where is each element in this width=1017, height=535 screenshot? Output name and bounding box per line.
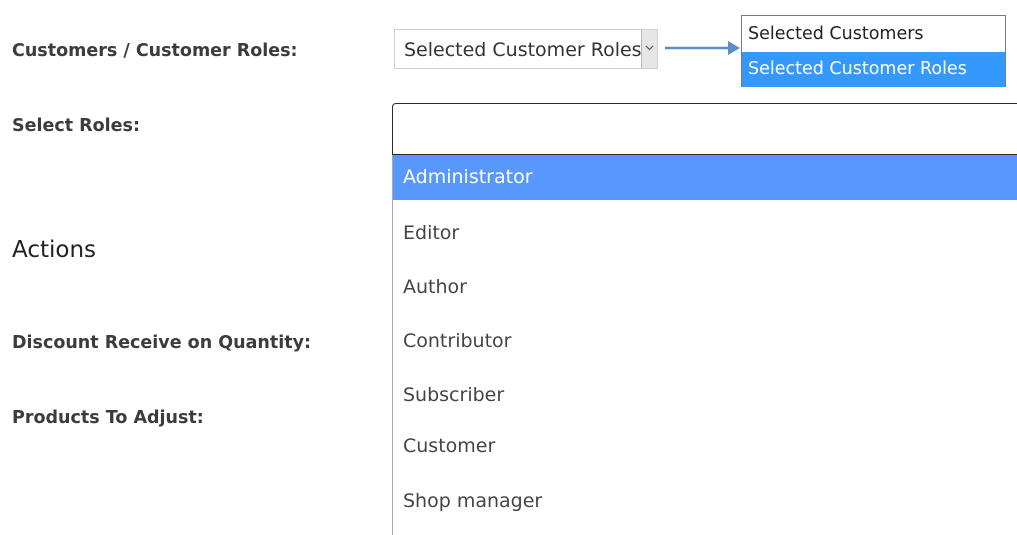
products-adjust-label: Products To Adjust: bbox=[12, 408, 204, 428]
option-selected-customers[interactable]: Selected Customers bbox=[742, 17, 1005, 52]
customers-roles-label: Customers / Customer Roles: bbox=[12, 41, 298, 61]
dropdown-button[interactable] bbox=[641, 30, 657, 68]
role-option-contributor[interactable]: Contributor bbox=[393, 319, 1017, 364]
option-selected-customer-roles[interactable]: Selected Customer Roles bbox=[742, 52, 1005, 87]
role-option-customer[interactable]: Customer bbox=[393, 424, 1017, 469]
customer-type-select[interactable]: Selected Customer Roles bbox=[394, 29, 658, 69]
select-roles-label: Select Roles: bbox=[12, 116, 140, 136]
role-option-editor[interactable]: Editor bbox=[393, 211, 1017, 256]
chevron-down-icon bbox=[645, 45, 654, 51]
role-option-author[interactable]: Author bbox=[393, 265, 1017, 310]
discount-quantity-label: Discount Receive on Quantity: bbox=[12, 333, 311, 353]
customer-type-selected-value: Selected Customer Roles bbox=[404, 39, 642, 61]
role-option-shop-manager[interactable]: Shop manager bbox=[393, 479, 1017, 524]
roles-options-list: Administrator Editor Author Contributor … bbox=[392, 155, 1017, 535]
role-option-subscriber[interactable]: Subscriber bbox=[393, 373, 1017, 418]
role-option-administrator[interactable]: Administrator bbox=[393, 155, 1017, 200]
customer-type-options-popup[interactable]: Selected Customers Selected Customer Rol… bbox=[741, 15, 1006, 87]
roles-search-input[interactable] bbox=[392, 103, 1017, 155]
actions-heading: Actions bbox=[12, 237, 97, 263]
arrow-right-icon bbox=[665, 41, 740, 55]
